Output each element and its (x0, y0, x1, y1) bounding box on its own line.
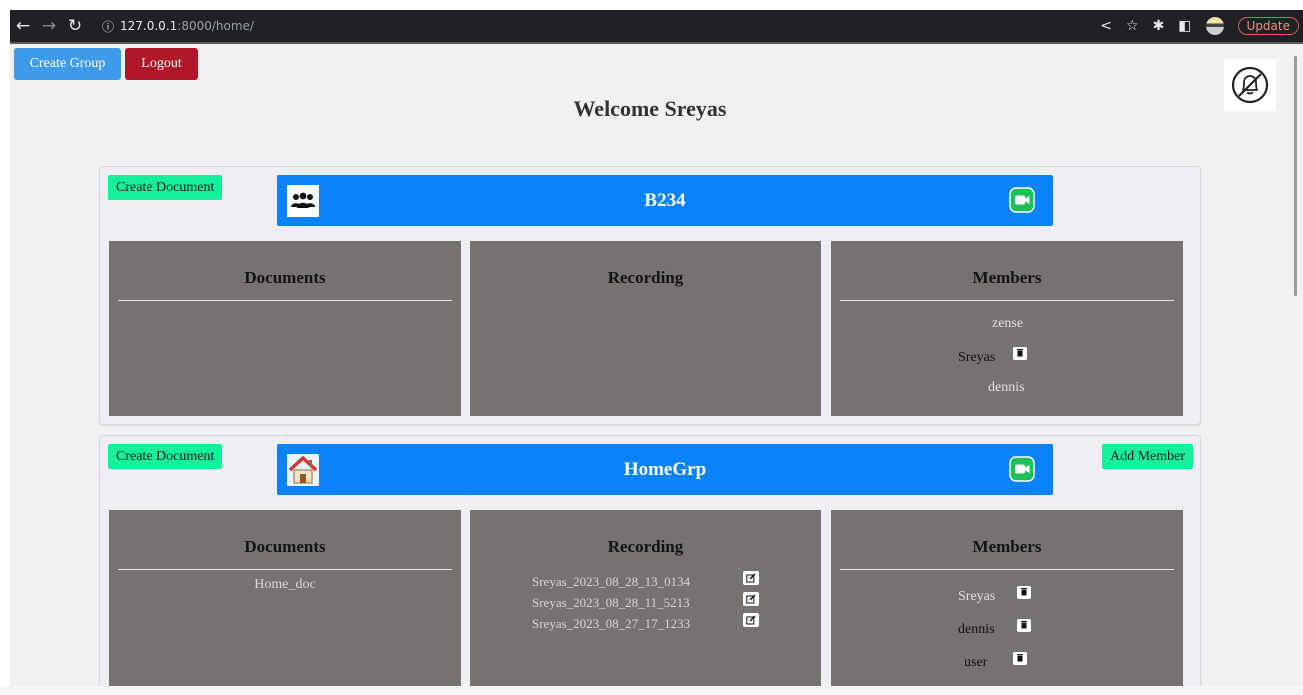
url-path[interactable]: :8000/home/ (177, 19, 254, 33)
member-row: user (964, 651, 1028, 671)
group-header: B234 (277, 175, 1053, 226)
member-row: zense (992, 316, 1023, 332)
delete-member-button[interactable] (1017, 585, 1032, 599)
create-group-button[interactable]: Create Group (14, 48, 121, 80)
extensions-puzzle-icon[interactable]: ✱ (1153, 18, 1165, 34)
documents-title: Documents (244, 537, 326, 556)
delete-member-button[interactable] (1013, 651, 1028, 665)
recording-name[interactable]: Sreyas_2023_08_28_13_0134 (532, 574, 690, 590)
window-frame-top (0, 0, 1303, 10)
divider (840, 569, 1174, 570)
trash-icon (1020, 621, 1027, 629)
recording-name[interactable]: Sreyas_2023_08_27_17_1233 (532, 616, 690, 632)
profile-avatar[interactable] (1205, 17, 1224, 35)
edit-icon (746, 594, 756, 604)
site-info-icon[interactable]: ⓘ (102, 18, 114, 35)
edit-recording-button[interactable] (743, 613, 759, 627)
toolbar-divider (10, 42, 1303, 44)
recording-panel: Recording Sreyas_2023_08_28_13_0134 Srey… (470, 510, 821, 695)
back-arrow-icon[interactable]: ← (10, 16, 36, 36)
group-people-icon (287, 185, 319, 217)
group-header: HomeGrp (277, 444, 1053, 495)
scrollbar-track[interactable] (1291, 44, 1303, 686)
divider (840, 300, 1174, 301)
member-row: Sreyas (958, 585, 1032, 605)
member-row: dennis (958, 618, 1031, 638)
documents-panel: Documents (109, 241, 461, 416)
member-name: Sreyas (958, 589, 996, 604)
bookmark-star-icon[interactable]: ☆ (1126, 18, 1139, 34)
recording-item[interactable]: Sreyas_2023_08_28_13_0134 (532, 574, 690, 590)
divider (118, 569, 452, 570)
member-row: Sreyas (958, 346, 1028, 366)
side-panel-icon[interactable]: ◧ (1178, 18, 1191, 34)
recording-title: Recording (607, 268, 684, 287)
house-icon (287, 454, 319, 486)
edit-icon (746, 573, 756, 583)
documents-title: Documents (244, 268, 326, 287)
video-call-icon[interactable] (1009, 456, 1035, 482)
members-title: Members (972, 537, 1042, 556)
divider (118, 300, 452, 301)
create-document-button[interactable]: Create Document (108, 175, 223, 200)
scrollbar-thumb[interactable] (1294, 56, 1297, 296)
reload-icon[interactable]: ↻ (62, 16, 88, 36)
edit-icon (746, 615, 756, 625)
group-card-b234: Create Document B234 Documents Recording… (99, 166, 1201, 425)
recording-item[interactable]: Sreyas_2023_08_27_17_1233 (532, 616, 690, 632)
member-row: dennis (988, 380, 1025, 396)
member-name: dennis (988, 380, 1025, 395)
welcome-heading: Welcome Sreyas (573, 96, 727, 121)
members-panel: Members Sreyas dennis user (831, 510, 1183, 695)
share-icon[interactable]: < (1100, 18, 1112, 34)
forward-arrow-icon[interactable]: → (36, 16, 62, 36)
delete-member-button[interactable] (1013, 346, 1028, 360)
trash-icon (1017, 654, 1024, 662)
logout-button[interactable]: Logout (125, 48, 198, 80)
update-button[interactable]: Update (1237, 17, 1299, 35)
member-name: Sreyas (958, 350, 996, 365)
recording-name[interactable]: Sreyas_2023_08_28_11_5213 (532, 595, 690, 611)
documents-panel: Documents Home_doc (109, 510, 461, 695)
edit-recording-button[interactable] (743, 571, 759, 585)
group-title: B234 (644, 190, 686, 211)
delete-member-button[interactable] (1016, 618, 1031, 632)
browser-actions: < ☆ ✱ ◧ Update (1100, 17, 1303, 35)
member-name: zense (992, 316, 1024, 331)
create-document-button[interactable]: Create Document (108, 444, 223, 469)
recording-item[interactable]: Sreyas_2023_08_28_11_5213 (532, 595, 690, 611)
member-name: dennis (958, 622, 995, 637)
add-member-button[interactable]: Add Member (1102, 444, 1194, 469)
trash-icon (1021, 588, 1028, 596)
group-card-homegrp: Create Document Add Member HomeGrp Docum… (99, 435, 1201, 695)
window-frame-bottom (0, 686, 1303, 695)
trash-icon (1017, 349, 1024, 357)
member-name: user (964, 655, 988, 670)
recording-title: Recording (607, 537, 684, 556)
edit-recording-button[interactable] (743, 592, 759, 606)
group-title: HomeGrp (623, 459, 707, 480)
document-link[interactable]: Home_doc (109, 577, 461, 593)
browser-toolbar: ← → ↻ ⓘ 127.0.0.1 :8000/home/ < ☆ ✱ ◧ Up… (10, 10, 1303, 42)
url-host[interactable]: 127.0.0.1 (120, 19, 177, 33)
members-title: Members (972, 268, 1042, 287)
recording-panel: Recording (470, 241, 821, 416)
video-call-icon[interactable] (1009, 187, 1035, 213)
members-panel: Members zense Sreyas dennis (831, 241, 1183, 416)
